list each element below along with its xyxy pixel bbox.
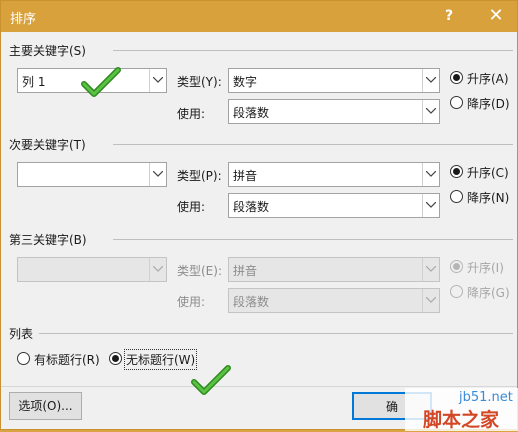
dialog-title: 排序 <box>10 12 37 27</box>
watermark-name: 脚本之家 <box>423 409 500 431</box>
chevron-down-icon[interactable] <box>422 69 439 92</box>
secondary-use-value: 段落数 <box>233 200 270 214</box>
radio-unselected-icon <box>17 352 30 365</box>
title-bar: 排序 ? ✕ <box>1 1 517 32</box>
close-button[interactable]: ✕ <box>478 3 514 29</box>
radio-label: 降序(N) <box>467 191 510 205</box>
chevron-down-icon[interactable] <box>422 100 439 123</box>
chevron-down-icon[interactable] <box>149 163 166 186</box>
radio-label: 降序(D) <box>467 97 510 111</box>
radio-unselected-icon <box>450 285 463 298</box>
secondary-type-label: 类型(P): <box>177 169 222 183</box>
radio-selected-icon <box>450 71 463 84</box>
third-use-label: 使用: <box>177 295 206 309</box>
radio-label: 升序(I) <box>467 261 504 275</box>
divider <box>113 239 513 240</box>
divider <box>1 386 517 387</box>
radio-label: 无标题行(W) <box>123 349 198 370</box>
secondary-type-combo[interactable]: 拼音 <box>228 162 440 187</box>
primary-type-label: 类型(Y): <box>177 75 222 89</box>
watermark-url: jb51.net <box>459 390 513 405</box>
radio-label: 升序(C) <box>467 166 509 180</box>
secondary-key-combo[interactable] <box>17 162 167 187</box>
primary-use-value: 段落数 <box>233 106 270 120</box>
radio-unselected-icon <box>450 190 463 203</box>
radio-selected-icon <box>450 260 463 273</box>
sort-dialog: 排序 ? ✕ 主要关键字(S) 列 1 类型(Y): 数字 使用: 段落数 升序… <box>0 0 518 431</box>
chevron-down-icon[interactable] <box>422 163 439 186</box>
divider <box>113 50 513 51</box>
primary-use-label: 使用: <box>177 107 206 121</box>
divider <box>113 144 513 145</box>
radio-label: 有标题行(R) <box>34 353 100 367</box>
third-key-label: 第三关键字(B) <box>9 233 87 247</box>
radio-unselected-icon <box>450 96 463 109</box>
primary-use-combo[interactable]: 段落数 <box>228 99 440 124</box>
secondary-use-label: 使用: <box>177 200 206 214</box>
radio-label: 降序(G) <box>467 286 510 300</box>
chevron-down-icon[interactable] <box>149 258 166 281</box>
third-key-combo[interactable] <box>17 257 167 282</box>
secondary-use-combo[interactable]: 段落数 <box>228 193 440 218</box>
third-use-combo[interactable]: 段落数 <box>228 288 440 313</box>
watermark: jb51.net 脚本之家 <box>405 388 518 431</box>
chevron-down-icon[interactable] <box>422 194 439 217</box>
secondary-key-label: 次要关键字(T) <box>9 138 86 152</box>
radio-selected-icon <box>450 165 463 178</box>
third-use-value: 段落数 <box>233 295 270 309</box>
secondary-type-value: 拼音 <box>233 169 258 183</box>
help-button[interactable]: ? <box>431 3 467 29</box>
radio-selected-icon <box>109 352 122 365</box>
list-section-label: 列表 <box>9 327 34 341</box>
chevron-down-icon[interactable] <box>422 289 439 312</box>
chevron-down-icon[interactable] <box>149 69 166 92</box>
check-mark-icon <box>81 67 121 97</box>
radio-label: 升序(A) <box>467 72 509 86</box>
primary-type-combo[interactable]: 数字 <box>228 68 440 93</box>
third-type-label: 类型(E): <box>177 264 222 278</box>
primary-key-value: 列 1 <box>22 75 46 89</box>
divider <box>39 333 513 334</box>
check-mark-icon <box>191 365 231 395</box>
primary-type-value: 数字 <box>233 75 258 89</box>
primary-key-label: 主要关键字(S) <box>9 44 86 58</box>
third-type-value: 拼音 <box>233 264 258 278</box>
third-type-combo[interactable]: 拼音 <box>228 257 440 282</box>
options-button[interactable]: 选项(O)... <box>9 392 82 420</box>
chevron-down-icon[interactable] <box>422 258 439 281</box>
